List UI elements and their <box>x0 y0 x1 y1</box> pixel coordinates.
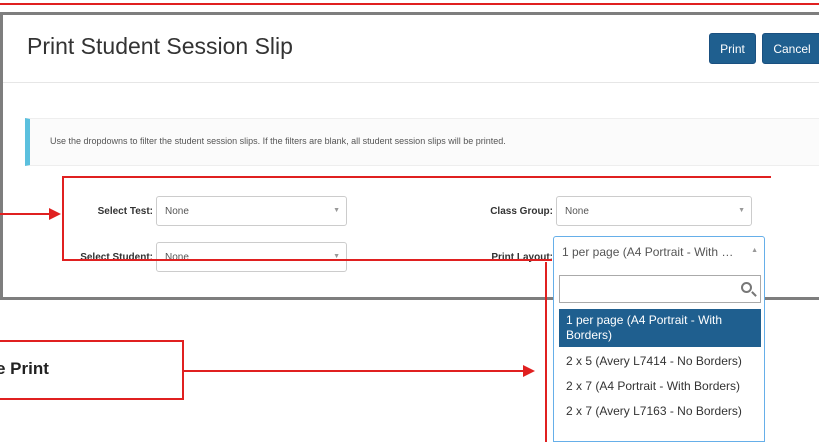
annotation-callout: e Print <box>0 340 184 400</box>
info-alert: Use the dropdowns to filter the student … <box>25 118 819 166</box>
search-icon <box>741 282 752 293</box>
annotation-vertical-line <box>545 262 547 442</box>
page-title: Print Student Session Slip <box>27 33 293 59</box>
info-text: Use the dropdowns to filter the student … <box>50 136 506 146</box>
chevron-down-icon: ▼ <box>738 207 745 214</box>
select-test-value: None <box>165 205 189 217</box>
dropdown-option[interactable]: 2 x 5 (Avery L7414 - No Borders) <box>559 349 761 373</box>
annotation-bracket-bottom <box>62 259 552 261</box>
dropdown-search-input[interactable] <box>559 275 761 303</box>
dropdown-option[interactable]: 1 per page (A4 Portrait - With Borders) <box>559 309 761 347</box>
chevron-down-icon: ▼ <box>333 207 340 214</box>
select-student-label: Select Student: <box>80 252 153 263</box>
annotation-bracket-left <box>62 176 64 261</box>
print-layout-options: 1 per page (A4 Portrait - With Borders) … <box>553 267 765 442</box>
print-layout-value: 1 per page (A4 Portrait - With … <box>562 245 734 259</box>
class-group-label: Class Group: <box>490 206 553 217</box>
print-layout-dropdown[interactable]: 1 per page (A4 Portrait - With … ▲ <box>553 236 765 268</box>
annotation-arrowhead <box>49 208 61 220</box>
class-group-dropdown[interactable]: None ▼ <box>556 196 752 226</box>
print-layout-label: Print Layout: <box>491 252 553 263</box>
dropdown-option[interactable]: 2 x 7 (Avery L7163 - No Borders) <box>559 399 761 423</box>
print-button[interactable]: Print <box>709 33 756 64</box>
dropdown-option[interactable]: 2 x 7 (A4 Portrait - With Borders) <box>559 374 761 398</box>
select-test-label: Select Test: <box>97 206 153 217</box>
annotation-top-line <box>0 3 819 5</box>
dialog-header: Print Student Session Slip Print Cancel <box>3 15 819 83</box>
callout-text: e Print <box>0 359 49 378</box>
annotation-arrow-line <box>0 213 50 215</box>
annotation-callout-line <box>184 370 524 372</box>
annotation-bracket-top <box>62 176 771 178</box>
select-student-dropdown[interactable]: None ▼ <box>156 242 347 272</box>
class-group-value: None <box>565 205 589 217</box>
chevron-up-icon: ▲ <box>751 247 758 254</box>
select-test-dropdown[interactable]: None ▼ <box>156 196 347 226</box>
cancel-button[interactable]: Cancel <box>762 33 819 64</box>
annotation-callout-arrowhead <box>523 365 535 377</box>
